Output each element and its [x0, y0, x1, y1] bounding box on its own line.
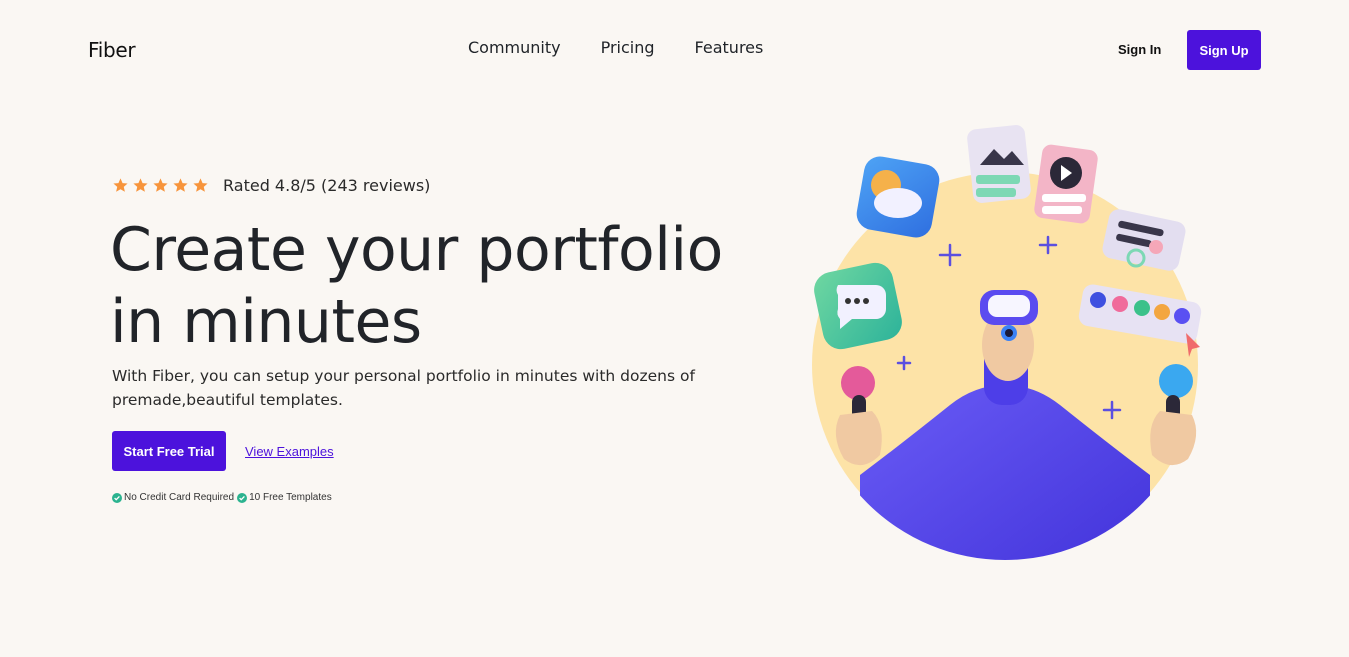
rating: Rated 4.8/5 (243 reviews) [112, 176, 430, 195]
check-circle-icon [112, 492, 122, 503]
nav-features[interactable]: Features [695, 38, 764, 57]
star-icon [113, 178, 128, 192]
view-examples-link[interactable]: View Examples [245, 444, 334, 459]
feature-checks: No Credit Card Required 10 Free Template… [112, 492, 332, 503]
logo[interactable]: Fiber [88, 38, 136, 62]
check-item: No Credit Card Required [112, 492, 234, 503]
star-icon [153, 178, 168, 192]
main-nav: Community Pricing Features [468, 38, 763, 57]
vr-character-illustration [812, 125, 1202, 560]
hero-title-line2: in minutes [110, 287, 422, 357]
sign-in-link[interactable]: Sign In [1118, 42, 1161, 57]
star-icon [133, 178, 148, 192]
nav-pricing[interactable]: Pricing [601, 38, 655, 57]
rating-stars [112, 177, 209, 194]
rating-text: Rated 4.8/5 (243 reviews) [223, 176, 431, 195]
star-icon [173, 178, 188, 192]
check-circle-icon [237, 492, 248, 503]
image-card-icon [967, 125, 1031, 203]
start-free-trial-button[interactable]: Start Free Trial [112, 431, 226, 471]
sign-up-button[interactable]: Sign Up [1187, 30, 1261, 70]
nav-community[interactable]: Community [468, 38, 561, 57]
check-item: 10 Free Templates [237, 492, 332, 503]
check-label: No Credit Card Required [124, 492, 235, 503]
video-card-icon [1034, 144, 1098, 224]
cta-row: Start Free Trial View Examples [112, 431, 334, 471]
check-label: 10 Free Templates [249, 492, 332, 503]
star-icon [193, 178, 208, 192]
hero-title: Create your portfolio in minutes [110, 214, 750, 358]
weather-app-icon [856, 156, 940, 238]
hero-subtitle: With Fiber, you can setup your personal … [112, 367, 695, 409]
hero-title-line1: Create your portfolio [110, 215, 723, 285]
